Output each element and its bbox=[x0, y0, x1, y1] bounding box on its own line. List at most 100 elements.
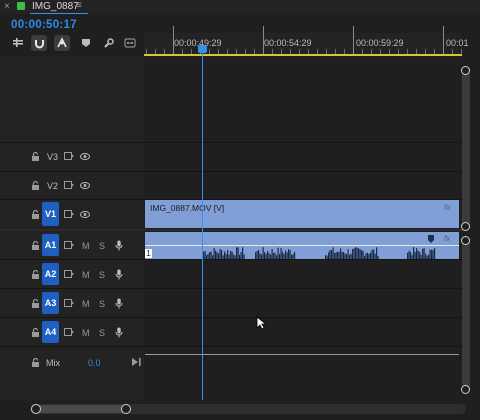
track-divider bbox=[0, 142, 462, 143]
solo-button[interactable]: S bbox=[99, 270, 105, 280]
track-target-v1[interactable]: V1 bbox=[42, 202, 59, 226]
solo-button[interactable]: S bbox=[99, 241, 105, 251]
microphone-icon[interactable] bbox=[115, 298, 123, 309]
add-marker-icon[interactable] bbox=[78, 35, 94, 51]
waveform-bar bbox=[285, 250, 287, 259]
waveform-bar bbox=[413, 247, 415, 259]
mute-button[interactable]: M bbox=[82, 328, 90, 338]
eye-icon[interactable] bbox=[80, 153, 90, 160]
lock-icon[interactable] bbox=[31, 152, 40, 161]
waveform-bar bbox=[353, 248, 355, 259]
sync-lock-icon[interactable] bbox=[64, 181, 74, 189]
waveform-bar bbox=[425, 253, 427, 259]
scrollbar-handle-top[interactable] bbox=[461, 236, 470, 245]
waveform-bar bbox=[234, 255, 236, 259]
sync-lock-icon[interactable] bbox=[64, 328, 74, 336]
mute-button[interactable]: M bbox=[82, 299, 90, 309]
track-target-a2[interactable]: A2 bbox=[42, 263, 59, 285]
playhead-timecode[interactable]: 00:00:50:17 bbox=[11, 19, 77, 31]
fx-badge[interactable]: fx bbox=[444, 203, 450, 212]
scrollbar-handle-bottom[interactable] bbox=[461, 222, 470, 231]
waveform-bar bbox=[335, 252, 337, 259]
microphone-icon[interactable] bbox=[115, 327, 123, 338]
waveform-bar bbox=[419, 251, 421, 259]
track-target-a3[interactable]: A3 bbox=[42, 292, 59, 314]
fx-badge[interactable]: fx bbox=[444, 234, 450, 243]
waveform-bar bbox=[429, 249, 431, 259]
zoom-handle-right[interactable] bbox=[121, 404, 131, 414]
microphone-icon[interactable] bbox=[115, 240, 123, 251]
solo-button[interactable]: S bbox=[99, 328, 105, 338]
track-name-v2[interactable]: V2 bbox=[47, 181, 58, 191]
waveform-bar bbox=[288, 249, 290, 259]
waveform-bar bbox=[277, 247, 279, 259]
lock-icon[interactable] bbox=[31, 181, 40, 190]
track-name-v3[interactable]: V3 bbox=[47, 152, 58, 162]
sync-lock-icon[interactable] bbox=[64, 210, 74, 218]
eye-icon[interactable] bbox=[80, 211, 90, 218]
captions-icon[interactable] bbox=[122, 35, 138, 51]
waveform-bar bbox=[326, 255, 328, 259]
mix-volume-value[interactable]: 0.0 bbox=[88, 358, 101, 368]
audio-vertical-scrollbar[interactable] bbox=[462, 236, 470, 392]
linked-selection-icon[interactable] bbox=[54, 35, 70, 51]
lock-icon[interactable] bbox=[31, 299, 40, 308]
timeline-settings-wrench-icon[interactable] bbox=[100, 35, 116, 51]
waveform-bar bbox=[204, 250, 206, 259]
video-audio-divider[interactable] bbox=[144, 229, 462, 231]
waveform-bar bbox=[230, 250, 232, 259]
zoom-handle-left[interactable] bbox=[31, 404, 41, 414]
waveform-bar bbox=[270, 254, 272, 259]
video-audio-divider[interactable] bbox=[0, 229, 144, 231]
lock-icon[interactable] bbox=[31, 210, 40, 219]
waveform-bar bbox=[352, 249, 354, 259]
track-target-a4[interactable]: A4 bbox=[42, 321, 59, 343]
playhead-line[interactable] bbox=[202, 46, 203, 400]
keyframe-marker-icon[interactable] bbox=[427, 235, 435, 243]
sync-lock-icon[interactable] bbox=[64, 241, 74, 249]
waveform-bar bbox=[207, 253, 209, 259]
snap-magnet-icon[interactable] bbox=[31, 35, 47, 51]
waveform-bar bbox=[219, 248, 221, 259]
waveform-bar bbox=[210, 251, 212, 259]
lock-icon[interactable] bbox=[31, 358, 40, 367]
waveform-bar bbox=[255, 252, 257, 259]
scrollbar-handle-bottom[interactable] bbox=[461, 385, 470, 394]
waveform-bar bbox=[373, 249, 375, 259]
waveform-bar bbox=[364, 255, 366, 259]
track-divider bbox=[0, 288, 462, 289]
waveform-bar bbox=[407, 252, 409, 259]
scrollbar-handle-top[interactable] bbox=[461, 66, 470, 75]
track-divider bbox=[0, 346, 462, 347]
go-to-end-icon[interactable] bbox=[132, 358, 141, 366]
solo-button[interactable]: S bbox=[99, 299, 105, 309]
waveform-bar bbox=[350, 253, 352, 259]
lock-icon[interactable] bbox=[31, 241, 40, 250]
waveform-bar bbox=[282, 251, 284, 259]
waveform-bar bbox=[264, 251, 266, 259]
lock-icon[interactable] bbox=[31, 270, 40, 279]
horizontal-scrollbar-thumb[interactable] bbox=[35, 405, 127, 413]
waveform-bar bbox=[280, 248, 282, 259]
sync-lock-icon[interactable] bbox=[64, 270, 74, 278]
waveform-bar bbox=[256, 251, 258, 259]
mute-button[interactable]: M bbox=[82, 241, 90, 251]
sync-lock-icon[interactable] bbox=[64, 152, 74, 160]
track-target-a1[interactable]: A1 bbox=[42, 234, 59, 256]
playhead-handle[interactable] bbox=[198, 45, 207, 53]
insert-sequence-nest-icon[interactable] bbox=[10, 35, 26, 51]
lock-icon[interactable] bbox=[31, 328, 40, 337]
microphone-icon[interactable] bbox=[115, 269, 123, 280]
waveform-bar bbox=[414, 251, 416, 259]
work-area-bar[interactable] bbox=[144, 54, 462, 56]
waveform-bar bbox=[273, 252, 275, 259]
waveform-bar bbox=[291, 254, 293, 259]
close-tab-button[interactable]: × bbox=[4, 1, 10, 12]
sync-lock-icon[interactable] bbox=[64, 299, 74, 307]
mute-button[interactable]: M bbox=[82, 270, 90, 280]
sequence-tab-title[interactable]: IMG_0887 bbox=[32, 1, 79, 12]
panel-menu-icon[interactable]: ≡ bbox=[76, 0, 82, 11]
eye-icon[interactable] bbox=[80, 182, 90, 189]
video-vertical-scrollbar[interactable] bbox=[462, 66, 470, 230]
waveform-bar bbox=[243, 254, 245, 259]
